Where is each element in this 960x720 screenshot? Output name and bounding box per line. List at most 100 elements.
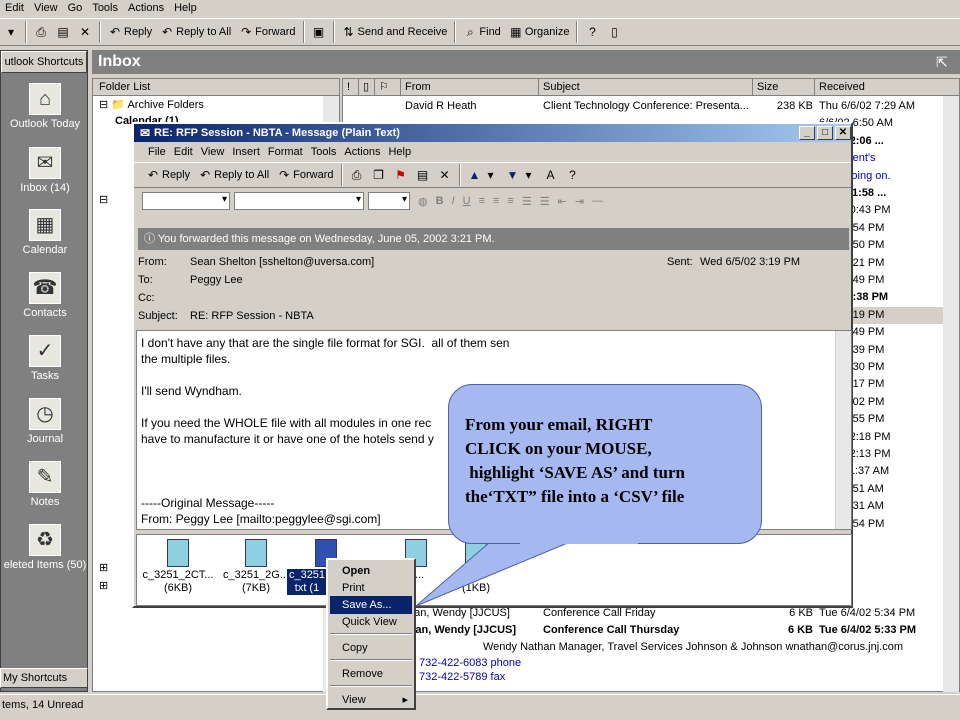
send-receive-button[interactable]: ⇅ Send and Receive	[338, 21, 452, 43]
column-received[interactable]: Received	[815, 79, 943, 95]
mw-delete-button[interactable]: ✕	[434, 164, 456, 186]
align-left-button[interactable]: ≡	[475, 190, 489, 212]
ctx-save-as[interactable]: Save As...	[330, 596, 412, 614]
mw-menu-view[interactable]: View	[197, 146, 229, 158]
move-folder-button[interactable]: ▤	[52, 21, 74, 43]
mw-menu-tools[interactable]: Tools	[307, 146, 341, 158]
collapse-icon[interactable]: ⊟	[99, 99, 108, 111]
mw-copy-button[interactable]: ❐	[368, 164, 390, 186]
folder-archive[interactable]: ⊟ 📁 Archive Folders	[99, 98, 204, 111]
color-button[interactable]: ◍	[414, 190, 432, 212]
shortcut-calendar[interactable]: ▦ Calendar	[1, 209, 89, 256]
shortcut-inbox[interactable]: ✉ Inbox (14)	[1, 147, 89, 194]
help-button[interactable]: ?	[581, 21, 603, 43]
message-row[interactable]: than, Wendy [JJCUS] Conference Call Thurs…	[343, 622, 943, 639]
body-scrollbar[interactable]	[835, 331, 851, 529]
mw-move-button[interactable]: ▤	[412, 164, 434, 186]
column-size[interactable]: Size	[753, 79, 815, 95]
mw-menu-actions[interactable]: Actions	[340, 146, 384, 158]
ctx-copy[interactable]: Copy	[330, 639, 412, 657]
message-list-scrollbar[interactable]	[943, 96, 959, 692]
numbering-button[interactable]: ☰	[536, 190, 554, 212]
maximize-button[interactable]: □	[817, 126, 833, 140]
mw-menu-file[interactable]: File	[144, 146, 170, 158]
ctx-quick-view[interactable]: Quick View	[330, 613, 412, 631]
importance-column[interactable]: !	[343, 79, 359, 95]
organize-button[interactable]: ▦ Organize	[505, 21, 574, 43]
mw-reply-all-button[interactable]: ↶ Reply to All	[194, 164, 273, 186]
status-bar: tems, 14 Unread	[0, 694, 960, 714]
align-right-button[interactable]: ≡	[503, 190, 517, 212]
ctx-remove[interactable]: Remove	[330, 665, 412, 683]
message-row[interactable]: David R Heath Client Technology Conferenc…	[343, 98, 943, 115]
mw-forward-button[interactable]: ↷ Forward	[273, 164, 337, 186]
device-icon: ▯	[611, 25, 618, 39]
shortcut-outlook-today[interactable]: ⌂ Outlook Today	[1, 83, 89, 130]
flag-column[interactable]: ⚐	[375, 79, 401, 95]
column-subject[interactable]: Subject	[539, 79, 753, 95]
forward-icon: ↷	[279, 168, 290, 182]
mw-menu-help[interactable]: Help	[384, 146, 415, 158]
indent-button[interactable]: ⇥	[571, 190, 588, 212]
folder-pane-icon[interactable]: ⇱	[936, 54, 948, 71]
underline-button[interactable]: U	[459, 190, 475, 212]
reply-all-button[interactable]: ↶ Reply to All	[156, 21, 235, 43]
close-button[interactable]: ✕	[835, 126, 851, 140]
column-from[interactable]: From	[401, 79, 539, 95]
new-dropdown-button[interactable]: ▾	[0, 21, 22, 43]
ctx-open[interactable]: Open	[330, 562, 412, 580]
horizontal-line-button[interactable]: —	[588, 190, 607, 212]
shortcut-deleted-items[interactable]: ♻ eleted Items (50)	[1, 524, 89, 571]
attachment-2[interactable]: c_3251_2G... (7KB)	[217, 539, 295, 595]
forward-button[interactable]: ↷ Forward	[235, 21, 299, 43]
address-book-button[interactable]: ▣	[308, 21, 330, 43]
mw-help-button[interactable]: ?	[562, 164, 584, 186]
shortcuts-header[interactable]: utlook Shortcuts	[1, 51, 87, 73]
mw-menu-format[interactable]: Format	[264, 146, 307, 158]
find-button[interactable]: ⌕ Find	[459, 21, 504, 43]
italic-button[interactable]: I	[448, 190, 459, 212]
shortcut-notes[interactable]: ✎ Notes	[1, 461, 89, 508]
outdent-button[interactable]: ⇤	[554, 190, 571, 212]
collapse-icon[interactable]: ⊟	[99, 193, 108, 206]
shortcut-contacts[interactable]: ☎ Contacts	[1, 272, 89, 319]
icon-column[interactable]: ▯	[359, 79, 375, 95]
shortcut-tasks[interactable]: ✓ Tasks	[1, 335, 89, 382]
inbox-title: Inbox	[92, 50, 960, 74]
print-button[interactable]: ⎙	[30, 21, 52, 43]
bullets-button[interactable]: ☰	[518, 190, 536, 212]
size-combo[interactable]	[368, 192, 410, 210]
menu-edit[interactable]: Edit	[0, 0, 29, 17]
toolbar-separator	[302, 21, 305, 43]
reply-button[interactable]: ↶ Reply	[104, 21, 156, 43]
callout-tail-join	[520, 538, 638, 544]
ctx-print[interactable]: Print	[330, 579, 412, 597]
previous-item-button[interactable]: ▲ ▾	[464, 164, 502, 186]
style-combo[interactable]	[142, 192, 230, 210]
mw-flag-button[interactable]: ⚑	[390, 164, 412, 186]
menu-actions[interactable]: Actions	[123, 0, 169, 17]
info-icon: ⓘ	[144, 233, 155, 245]
minimize-button[interactable]: _	[799, 126, 815, 140]
align-center-button[interactable]: ≡	[489, 190, 503, 212]
mw-reply-button[interactable]: ↶ Reply	[142, 164, 194, 186]
menu-tools[interactable]: Tools	[87, 0, 123, 17]
palm-sync-button[interactable]: ▯	[603, 21, 625, 43]
menu-view[interactable]: View	[29, 0, 63, 17]
expand-icon[interactable]: ⊞	[99, 561, 108, 574]
delete-button[interactable]: ✕	[74, 21, 96, 43]
ctx-view[interactable]: View ▸	[330, 691, 412, 709]
next-item-button[interactable]: ▼ ▾	[502, 164, 540, 186]
mw-menu-edit[interactable]: Edit	[170, 146, 197, 158]
menu-help[interactable]: Help	[169, 0, 202, 17]
attachment-1[interactable]: c_3251_2CT... (6KB)	[139, 539, 217, 595]
expand-icon[interactable]: ⊞	[99, 579, 108, 592]
mw-print-button[interactable]: ⎙	[346, 164, 368, 186]
shortcut-journal[interactable]: ◷ Journal	[1, 398, 89, 445]
font-combo[interactable]	[234, 192, 364, 210]
bold-button[interactable]: B	[432, 190, 448, 212]
my-shortcuts-button[interactable]: My Shortcuts	[0, 668, 88, 688]
menu-go[interactable]: Go	[63, 0, 88, 17]
mw-menu-insert[interactable]: Insert	[228, 146, 264, 158]
font-size-button[interactable]: A	[540, 164, 562, 186]
